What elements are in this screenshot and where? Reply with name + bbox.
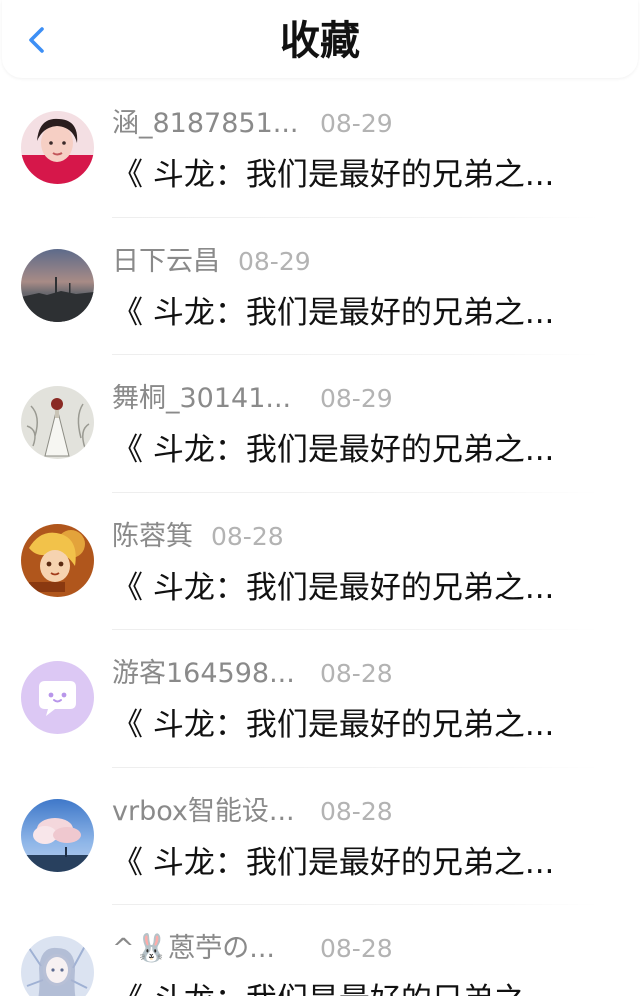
item-title[interactable]: 《 斗龙：我们是最好的兄弟之... [112, 704, 554, 746]
user-name[interactable]: 涵_8187851... [112, 106, 320, 142]
item-date: 08-29 [238, 246, 311, 276]
avatar[interactable] [21, 248, 94, 322]
list-item[interactable]: 舞桐_30141... 08-29 《 斗龙：我们是最好的兄弟之... [0, 355, 640, 493]
user-name[interactable]: 陈蓉箕 [112, 519, 193, 555]
item-meta: ^🐰蒽苧の... 08-28 [112, 931, 393, 967]
avatar[interactable] [21, 523, 94, 597]
item-date: 08-29 [320, 109, 393, 138]
item-date: 08-29 [320, 384, 393, 413]
item-date: 08-28 [320, 659, 393, 688]
avatar[interactable] [21, 936, 94, 996]
item-title[interactable]: 《 斗龙：我们是最好的兄弟之... [112, 842, 554, 884]
user-name[interactable]: vrbox智能设... [112, 794, 320, 830]
list-item[interactable]: 游客164598... 08-28 《 斗龙：我们是最好的兄弟之... [0, 630, 640, 768]
item-meta: 日下云昌 08-29 [112, 244, 311, 280]
list-item[interactable]: 陈蓉箕 08-28 《 斗龙：我们是最好的兄弟之... [0, 493, 640, 630]
item-meta: 游客164598... 08-28 [112, 656, 393, 692]
user-name[interactable]: 舞桐_30141... [112, 381, 320, 417]
list-item[interactable]: ^🐰蒽苧の...08-28 《 斗龙：我们是最好的兄弟之... [0, 905, 640, 996]
item-title[interactable]: 《 斗龙：我们是最好的兄弟之... [112, 292, 554, 334]
avatar[interactable] [21, 111, 94, 184]
list-item[interactable]: 涵_8187851... 08-29 《 斗龙：我们是最好的兄弟之... [0, 80, 640, 218]
item-meta: vrbox智能设... 08-28 [112, 794, 393, 830]
page-title: 收藏 [280, 18, 360, 64]
user-name[interactable]: 日下云昌 [112, 244, 220, 280]
avatar[interactable] [21, 386, 94, 459]
top-bar: 收藏 [2, 0, 638, 78]
favorites-page: 收藏 涵_8187851...08-29 《 斗龙：我们是最好的兄弟之... [0, 0, 640, 996]
item-date: 08-28 [320, 796, 393, 826]
avatar[interactable] [21, 661, 94, 734]
item-title[interactable]: 《 斗龙：我们是最好的兄弟之... [112, 429, 554, 471]
item-title[interactable]: 《 斗龙：我们是最好的兄弟之... [112, 567, 554, 609]
user-name[interactable]: 游客164598... [112, 656, 320, 692]
user-name[interactable]: ^🐰蒽苧の... [112, 931, 320, 967]
list-item[interactable]: 日下云昌 08-29 《 斗龙：我们是最好的兄弟之... [0, 218, 640, 355]
item-title[interactable]: 《 斗龙：我们是最好的兄弟之... [112, 154, 554, 196]
favorites-list: 涵_8187851... 08-29 《 斗龙：我们是最好的兄弟之... 日下云… [0, 80, 640, 996]
item-date: 08-28 [320, 934, 393, 963]
item-title[interactable]: 《 斗龙：我们是最好的兄弟之... [112, 979, 554, 996]
item-date: 08-28 [211, 521, 284, 551]
item-meta: 舞桐_30141... 08-29 [112, 381, 393, 417]
list-item[interactable]: vrbox智能设... 08-28 《 斗龙：我们是最好的兄弟之... [0, 768, 640, 905]
item-meta: 陈蓉箕 08-28 [112, 519, 284, 555]
item-meta: 涵_8187851... 08-29 [112, 106, 393, 142]
avatar[interactable] [21, 798, 94, 872]
